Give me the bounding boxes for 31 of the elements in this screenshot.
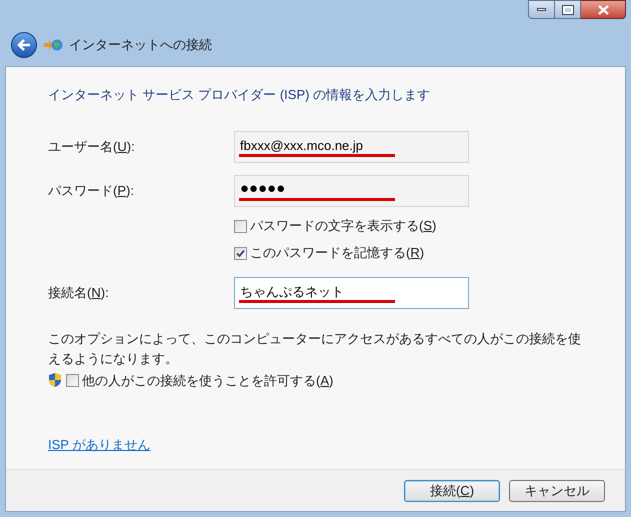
input-value: fbxxx@xxx.mco.ne.jp: [240, 136, 364, 154]
network-globe-icon: [43, 37, 63, 53]
maximize-button[interactable]: [555, 0, 581, 19]
back-button[interactable]: [11, 32, 37, 58]
close-icon: [598, 4, 608, 14]
field-label: 接続名(N):: [48, 284, 110, 302]
window-title: インターネットへの接続: [69, 36, 212, 54]
input-field[interactable]: ちゃんぷるネット: [234, 276, 469, 308]
minimize-button[interactable]: [528, 0, 555, 19]
input-field[interactable]: fbxxx@xxx.mco.ne.jp: [234, 130, 469, 162]
field-label: パスワード(P):: [48, 182, 135, 200]
sharing-note: このオプションによって、このコンピューターにアクセスがあるすべての人がこの接続を使えるようになります。: [48, 330, 582, 368]
checkbox[interactable]: [234, 220, 247, 232]
input-value: ちゃんぷるネット: [240, 282, 344, 300]
checkbox[interactable]: [66, 374, 79, 387]
field-label: ユーザー名(U):: [48, 138, 136, 156]
dialog-button[interactable]: 接続(C): [404, 480, 500, 502]
dialog-button[interactable]: キャンセル: [509, 480, 605, 502]
no-isp-link[interactable]: ISP がありません: [48, 435, 150, 454]
checkbox-label: 他の人がこの接続を使うことを許可する(A): [82, 372, 334, 390]
minimize-icon: [537, 8, 546, 11]
back-arrow-icon: [17, 39, 31, 51]
input-value: ●●●●●: [240, 180, 286, 198]
shield-icon: [48, 372, 62, 388]
input-field[interactable]: ●●●●●: [234, 174, 469, 206]
checkbox-label: このパスワードを記憶する(R): [250, 244, 424, 262]
checkbox-label: パスワードの文字を表示する(S): [250, 217, 436, 236]
maximize-icon: [562, 6, 572, 14]
page-heading: インターネット サービス プロバイダー (ISP) の情報を入力します: [48, 86, 432, 104]
close-button[interactable]: [581, 0, 626, 19]
checkbox[interactable]: [234, 246, 247, 260]
